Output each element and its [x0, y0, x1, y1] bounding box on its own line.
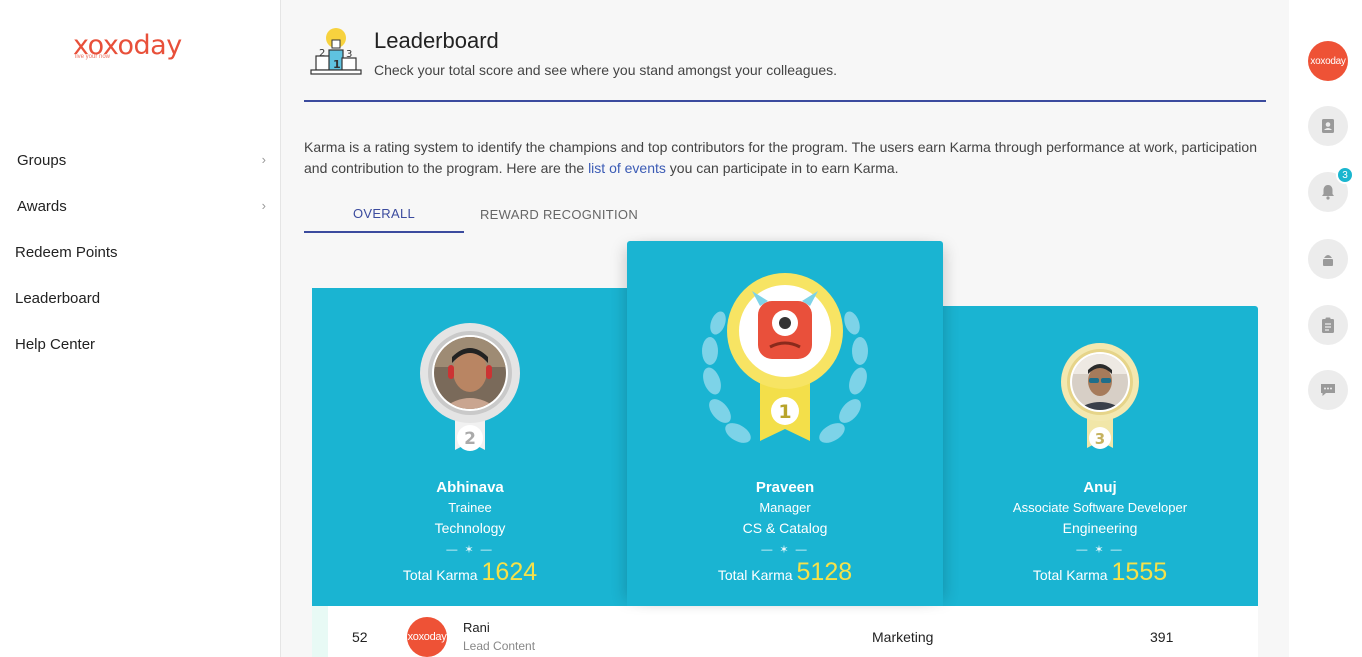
row-department: Marketing [872, 629, 934, 645]
cake-icon[interactable] [1308, 239, 1348, 279]
sidebar-item-help-center[interactable]: Help Center [0, 321, 281, 367]
avatar [1072, 354, 1128, 410]
row-rank: 52 [352, 629, 368, 645]
bell-icon[interactable]: 3 [1308, 166, 1354, 212]
karma-value: 5128 [796, 558, 853, 586]
sidebar-item-groups[interactable]: Groups › [0, 137, 281, 183]
chat-icon[interactable] [1308, 370, 1348, 410]
avatar [434, 337, 506, 409]
sidebar-item-label: Awards [17, 197, 67, 215]
row-accent [312, 606, 328, 657]
podium-info: Anuj Associate Software Developer Engine… [942, 479, 1258, 587]
tab-overall[interactable]: OVERALL [304, 196, 464, 233]
karma-label: Total Karma [402, 567, 478, 583]
sidebar-nav: Groups › Awards › Redeem Points Leaderbo… [0, 137, 281, 367]
rank-number: 3 [1095, 430, 1105, 448]
total-karma: Total Karma 1555 [942, 558, 1258, 587]
podium-info: Abhinava Trainee Technology — ✶ — Total … [312, 479, 628, 587]
events-list-link[interactable]: list of events [588, 160, 666, 176]
logo-tagline: live your now [75, 54, 111, 60]
intro-text: you can participate in to earn Karma. [665, 160, 899, 176]
page-subtitle: Check your total score and see where you… [374, 62, 838, 78]
avatar: xoxoday [407, 617, 447, 657]
row-points: 391 [1150, 629, 1174, 645]
podium-rank-1[interactable]: 1 Praveen Manager CS & Catalog — ✶ — Tot… [627, 241, 943, 606]
sidebar-item-label: Groups [17, 151, 67, 169]
main-content: 2 1 3 Leaderboard Check your total score… [282, 0, 1289, 657]
karma-intro: Karma is a rating system to identify the… [304, 137, 1264, 179]
separator: — ✶ — [446, 544, 494, 556]
total-karma: Total Karma 1624 [312, 558, 628, 587]
sidebar-item-label: Redeem Points [15, 243, 118, 261]
karma-value: 1555 [1111, 558, 1168, 586]
karma-label: Total Karma [1032, 567, 1108, 583]
leader-role: Associate Software Developer [1012, 500, 1188, 515]
separator: — ✶ — [761, 544, 809, 556]
contacts-icon[interactable] [1308, 106, 1348, 146]
podium-icon: 2 1 3 [310, 28, 362, 78]
podium-rank-2[interactable]: 2 Abhinava Trainee Technology — ✶ — Tota… [312, 288, 628, 606]
leader-department: CS & Catalog [742, 520, 828, 536]
sidebar-item-leaderboard[interactable]: Leaderboard [0, 275, 281, 321]
leader-name: Anuj [1083, 479, 1117, 496]
left-sidebar: xoxoday live your now Groups › Awards › … [0, 0, 281, 657]
bronze-medal: 3 [1059, 342, 1141, 454]
podium-icon-number: 2 [319, 48, 325, 59]
tab-reward-recognition[interactable]: REWARD RECOGNITION [464, 196, 654, 233]
karma-value: 1624 [481, 558, 538, 586]
leader-department: Engineering [1062, 520, 1138, 536]
chevron-right-icon: › [261, 152, 266, 167]
xoxoday-logo[interactable]: xoxoday live your now [73, 30, 208, 64]
rank-number: 2 [464, 429, 476, 449]
right-rail: xoxoday 3 [1289, 0, 1362, 657]
leader-name: Praveen [755, 479, 815, 496]
chevron-right-icon: › [261, 198, 266, 213]
leader-name: Abhinava [436, 479, 504, 496]
silver-medal: 2 [415, 318, 525, 458]
podium-info: Praveen Manager CS & Catalog — ✶ — Total… [627, 479, 943, 587]
sidebar-item-label: Leaderboard [15, 289, 101, 307]
karma-label: Total Karma [717, 567, 793, 583]
sidebar-item-label: Help Center [15, 335, 96, 353]
podium-icon-number: 3 [346, 49, 352, 60]
podium-rank-3[interactable]: 3 Anuj Associate Software Developer Engi… [942, 306, 1258, 606]
gold-medal: 1 [690, 271, 880, 461]
sidebar-item-redeem-points[interactable]: Redeem Points [0, 229, 281, 275]
page-title: Leaderboard [374, 28, 499, 53]
table-row[interactable]: 52 xoxoday Rani Lead Content Marketing 3… [312, 606, 1258, 657]
header-divider [304, 100, 1266, 102]
row-name: Rani [463, 620, 490, 635]
row-role: Lead Content [463, 639, 536, 653]
leader-department: Technology [434, 520, 506, 536]
separator: — ✶ — [1076, 544, 1124, 556]
leader-role: Trainee [448, 500, 492, 515]
sidebar-item-awards[interactable]: Awards › [0, 183, 281, 229]
leader-role: Manager [759, 500, 811, 515]
leaderboard-tabs: OVERALL REWARD RECOGNITION [304, 196, 1264, 233]
user-avatar[interactable]: xoxoday [1308, 41, 1348, 81]
total-karma: Total Karma 5128 [627, 558, 943, 587]
clipboard-icon[interactable] [1308, 305, 1348, 345]
notification-count: 3 [1336, 166, 1354, 184]
rank-number: 1 [778, 401, 791, 423]
podium-icon-number: 1 [333, 58, 341, 71]
